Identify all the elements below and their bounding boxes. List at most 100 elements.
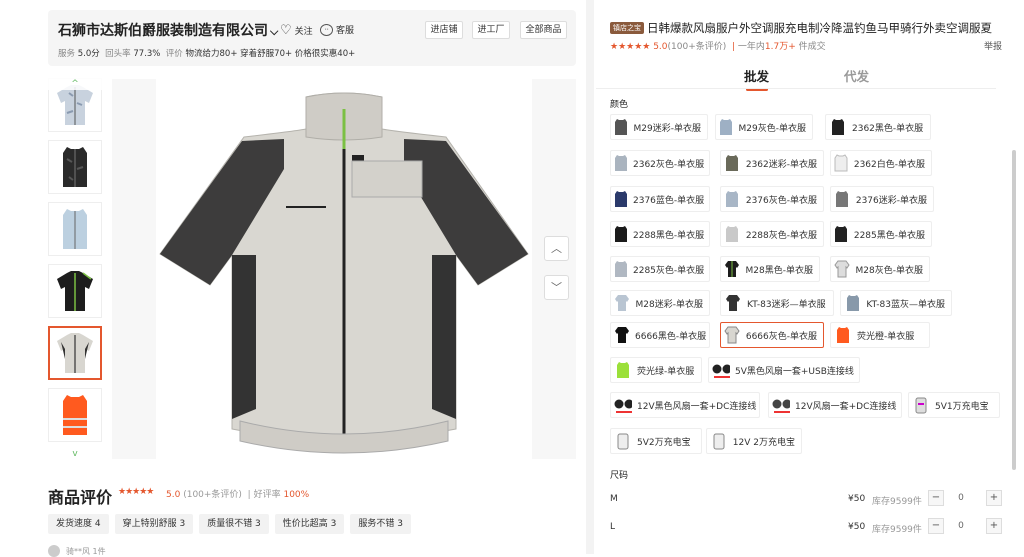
- divider: [586, 0, 594, 554]
- thumbnail-black-jacket[interactable]: [48, 264, 102, 318]
- all-products-button[interactable]: 全部商品: [520, 21, 567, 39]
- vest-icon: [614, 189, 628, 209]
- enter-factory-button[interactable]: 进工厂: [472, 21, 510, 39]
- jacket-icon: [834, 259, 851, 279]
- vest-icon: [844, 293, 861, 313]
- color-option[interactable]: M29迷彩-单衣服: [610, 114, 708, 140]
- review-tags: 发货速度 4 穿上特别舒服 3 质量很不错 3 性价比超高 3 服务不错 3: [48, 514, 411, 534]
- color-option[interactable]: 12V 2万充电宝: [706, 428, 802, 454]
- vest-icon: [719, 117, 734, 137]
- size-label: 尺码: [610, 471, 629, 481]
- image-next-button[interactable]: ﹀: [544, 275, 569, 300]
- right-panel: 镇店之宝 日韩爆款风扇服户外空调服充电制冷降温钓鱼马甲骑行外卖空调服夏 ★★★★★…: [596, 0, 1024, 554]
- thumbnail-gray-vest[interactable]: [48, 202, 102, 256]
- jacket-illustration: [159, 92, 529, 454]
- vest-icon: [614, 224, 628, 244]
- color-option[interactable]: 2376迷彩-单衣服: [830, 186, 934, 212]
- review-tag[interactable]: 发货速度 4: [48, 514, 109, 534]
- color-option[interactable]: M28黑色-单衣服: [720, 256, 820, 282]
- enter-shop-button[interactable]: 进店铺: [425, 21, 463, 39]
- vest-icon: [834, 153, 849, 173]
- power-bank-icon: [912, 395, 930, 415]
- color-option[interactable]: 5V2万充电宝: [610, 428, 702, 454]
- color-option[interactable]: 2285黑色-单衣服: [830, 221, 932, 247]
- color-option[interactable]: 荧光绿-单衣服: [610, 357, 702, 383]
- thumbnail-orange-vest[interactable]: [48, 388, 102, 442]
- power-bank-icon: [614, 431, 632, 451]
- color-option[interactable]: 2288黑色-单衣服: [610, 221, 710, 247]
- review-tag[interactable]: 性价比超高 3: [274, 514, 345, 534]
- quantity-plus-button[interactable]: +: [986, 518, 1002, 534]
- reviews-title: 商品评价: [48, 488, 113, 507]
- fan-icon: [614, 395, 632, 415]
- color-option[interactable]: M28迷彩-单衣服: [610, 290, 710, 316]
- vest-icon: [614, 360, 632, 380]
- tab-dropship[interactable]: 代发: [844, 66, 869, 85]
- service-button[interactable]: ᐧᐧ 客服: [320, 23, 354, 36]
- chevron-up-icon[interactable]: ^: [48, 78, 102, 90]
- color-option[interactable]: 荧光橙-单衣服: [830, 322, 930, 348]
- thumbnail-strip: ^ v: [48, 78, 104, 460]
- chevron-up-icon: ︿: [551, 242, 562, 255]
- color-option[interactable]: 5V黑色风扇一套+USB连接线: [708, 357, 860, 383]
- shop-name-text[interactable]: 石狮市达斯伯爵服装制造有限公司: [58, 23, 268, 39]
- quantity-plus-button[interactable]: +: [986, 490, 1002, 506]
- quantity-minus-button[interactable]: −: [928, 490, 944, 506]
- vest-icon: [834, 224, 849, 244]
- thumbnail-gray-jacket[interactable]: [48, 326, 102, 380]
- color-option[interactable]: M29灰色-单衣服: [715, 114, 813, 140]
- color-option[interactable]: 12V风扇一套+DC连接线: [768, 392, 902, 418]
- chevron-down-icon[interactable]: ⌵: [270, 25, 278, 38]
- color-option[interactable]: KT-83迷彩—单衣服: [720, 290, 834, 316]
- shop-stats: 服务 5.0分 回头率 77.3% 评价 物流给力80+ 穿着舒服70+ 价格很…: [58, 49, 356, 59]
- color-option[interactable]: 2376灰色-单衣服: [720, 186, 824, 212]
- quantity-minus-button[interactable]: −: [928, 518, 944, 534]
- color-option[interactable]: 2362白色-单衣服: [830, 150, 932, 176]
- jacket-icon: [614, 325, 630, 345]
- jacket-icon: [724, 259, 741, 279]
- review-tag[interactable]: 服务不错 3: [350, 514, 411, 534]
- color-option[interactable]: 5V1万充电宝: [908, 392, 1000, 418]
- fan-icon: [712, 360, 730, 380]
- color-option[interactable]: 2285灰色-单衣服: [610, 256, 710, 282]
- color-label: 颜色: [610, 100, 629, 110]
- vest-icon: [614, 117, 629, 137]
- color-option-selected[interactable]: 6666灰色-单衣服: [720, 322, 824, 348]
- review-meta: 5.0 (100+条评价) | 好评率 100%: [166, 490, 310, 500]
- chat-icon: ᐧᐧ: [320, 23, 333, 36]
- chevron-down-icon[interactable]: v: [48, 448, 102, 460]
- image-prev-button[interactable]: ︿: [544, 236, 569, 261]
- color-option[interactable]: M28灰色-单衣服: [830, 256, 930, 282]
- color-option[interactable]: 6666黑色-单衣服: [610, 322, 710, 348]
- tab-wholesale[interactable]: 批发: [744, 66, 769, 85]
- heart-icon: ♡: [280, 23, 292, 38]
- quantity-value[interactable]: 0: [954, 521, 968, 531]
- vest-icon: [829, 117, 847, 137]
- review-tag[interactable]: 穿上特别舒服 3: [114, 514, 194, 534]
- review-tag[interactable]: 质量很不错 3: [199, 514, 269, 534]
- scrollbar[interactable]: [1012, 150, 1016, 470]
- main-image-stage: ︿ ﹀: [112, 79, 576, 459]
- vest-icon: [614, 153, 628, 173]
- shop-name[interactable]: 石狮市达斯伯爵服装制造有限公司 ⌵: [58, 20, 278, 40]
- follow-button[interactable]: ♡ 关注: [280, 23, 313, 38]
- badge: 镇店之宝: [610, 22, 644, 34]
- jacket-icon: [724, 325, 741, 345]
- fan-icon: [772, 395, 790, 415]
- color-option[interactable]: 2288灰色-单衣服: [720, 221, 824, 247]
- main-product-image[interactable]: [156, 79, 532, 459]
- color-option[interactable]: 2362迷彩-单衣服: [720, 150, 824, 176]
- color-option[interactable]: 12V黑色风扇一套+DC连接线: [610, 392, 760, 418]
- color-option[interactable]: KT-83蓝灰—单衣服: [840, 290, 952, 316]
- shop-bar: 石狮市达斯伯爵服装制造有限公司 ⌵ ♡ 关注 ᐧᐧ 客服 进店铺 进工厂 全部商品 服…: [48, 10, 576, 66]
- quantity-value[interactable]: 0: [954, 493, 968, 503]
- thumbnail-black-camo-vest[interactable]: [48, 140, 102, 194]
- size-row: M ¥50 库存9599件 − 0 +: [610, 489, 1006, 509]
- vest-icon: [834, 325, 852, 345]
- report-link[interactable]: 举报: [984, 39, 1002, 52]
- color-option[interactable]: 2376蓝色-单衣服: [610, 186, 710, 212]
- color-option[interactable]: 2362灰色-单衣服: [610, 150, 710, 176]
- color-option[interactable]: 2362黑色-单衣服: [825, 114, 931, 140]
- product-title: 镇店之宝 日韩爆款风扇服户外空调服充电制冷降温钓鱼马甲骑行外卖空调服夏: [610, 20, 992, 36]
- vest-icon: [724, 153, 741, 173]
